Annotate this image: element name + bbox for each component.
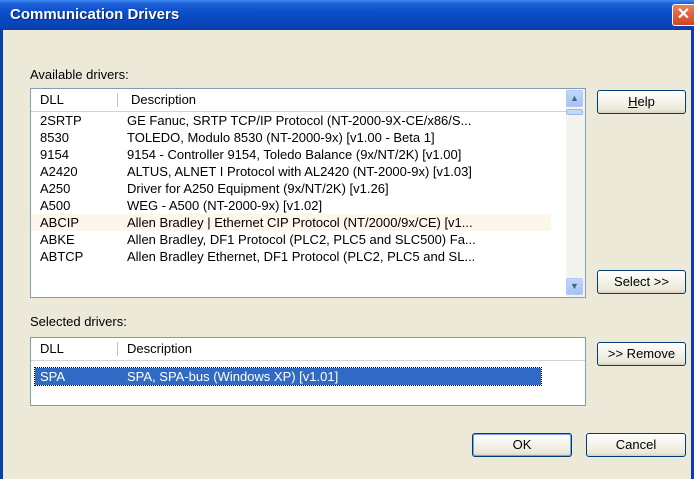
select-button[interactable]: Select >> <box>597 270 686 294</box>
vertical-scrollbar[interactable]: ▲ ▼ <box>566 89 585 297</box>
driver-description: SPA, SPA-bus (Windows XP) [v1.01] <box>127 369 339 384</box>
selected-list-header: DLL Description <box>31 338 585 361</box>
driver-description: 9154 - Controller 9154, Toledo Balance (… <box>127 147 462 162</box>
scroll-down-button[interactable]: ▼ <box>566 278 583 295</box>
driver-dll: ABTCP <box>40 249 84 264</box>
column-separator[interactable] <box>117 342 118 356</box>
window-border-left <box>0 30 3 479</box>
column-header-description[interactable]: Description <box>127 341 192 356</box>
selected-driver-row[interactable]: SPA SPA, SPA-bus (Windows XP) [v1.01] <box>34 367 542 386</box>
help-accelerator: H <box>628 94 638 109</box>
help-label: elp <box>637 94 655 109</box>
driver-description: Allen Bradley Ethernet, DF1 Protocol (PL… <box>127 249 476 264</box>
driver-dll: SPA <box>40 369 66 384</box>
driver-row[interactable]: 8530 TOLEDO, Modulo 8530 (NT-2000-9x) [v… <box>31 129 551 146</box>
window-title: Communication Drivers <box>10 6 180 23</box>
driver-description: WEG - A500 (NT-2000-9x) [v1.02] <box>127 198 323 213</box>
selected-drivers-list[interactable]: DLL Description SPA SPA, SPA-bus (Window… <box>30 337 586 406</box>
remove-button[interactable]: >> Remove <box>597 342 686 366</box>
driver-row[interactable]: ABCIP Allen Bradley | Ethernet CIP Proto… <box>31 214 551 231</box>
ok-button[interactable]: OK <box>472 433 572 457</box>
chevron-up-icon: ▲ <box>570 93 579 103</box>
driver-description: Driver for A250 Equipment (9x/NT/2K) [v1… <box>127 181 389 196</box>
driver-dll: 9154 <box>40 147 69 162</box>
close-icon: ✕ <box>676 6 691 23</box>
driver-dll: ABCIP <box>40 215 80 230</box>
driver-description: Allen Bradley, DF1 Protocol (PLC2, PLC5 … <box>127 232 476 247</box>
driver-description: Allen Bradley | Ethernet CIP Protocol (N… <box>127 215 473 230</box>
driver-dll: A250 <box>40 181 71 196</box>
cancel-button[interactable]: Cancel <box>586 433 686 457</box>
driver-row[interactable]: 2SRTP GE Fanuc, SRTP TCP/IP Protocol (NT… <box>31 112 551 129</box>
available-list-header: DLL Description <box>31 89 585 112</box>
driver-dll: A500 <box>40 198 71 213</box>
driver-row[interactable]: A250 Driver for A250 Equipment (9x/NT/2K… <box>31 180 551 197</box>
driver-description: ALTUS, ALNET I Protocol with AL2420 (NT-… <box>127 164 472 179</box>
close-button[interactable]: ✕ <box>672 4 694 26</box>
help-button[interactable]: Help <box>597 90 686 114</box>
driver-row[interactable]: ABTCP Allen Bradley Ethernet, DF1 Protoc… <box>31 248 551 265</box>
driver-row[interactable]: A2420 ALTUS, ALNET I Protocol with AL242… <box>31 163 551 180</box>
selected-drivers-label: Selected drivers: <box>30 314 127 329</box>
driver-row[interactable]: 9154 9154 - Controller 9154, Toledo Bala… <box>31 146 551 163</box>
chevron-down-icon: ▼ <box>570 281 579 291</box>
driver-description: TOLEDO, Modulo 8530 (NT-2000-9x) [v1.00 … <box>127 130 435 145</box>
column-header-description[interactable]: Description <box>131 92 196 107</box>
available-drivers-label: Available drivers: <box>30 67 129 82</box>
column-header-dll[interactable]: DLL <box>40 341 64 356</box>
driver-dll: ABKE <box>40 232 75 247</box>
column-header-dll[interactable]: DLL <box>40 92 64 107</box>
scroll-thumb[interactable] <box>566 109 583 115</box>
available-drivers-list[interactable]: DLL Description 2SRTP GE Fanuc, SRTP TCP… <box>30 88 586 298</box>
driver-description: GE Fanuc, SRTP TCP/IP Protocol (NT-2000-… <box>127 113 472 128</box>
driver-dll: 2SRTP <box>40 113 82 128</box>
column-separator[interactable] <box>117 93 118 107</box>
driver-dll: A2420 <box>40 164 78 179</box>
scroll-up-button[interactable]: ▲ <box>566 90 583 107</box>
driver-row[interactable]: ABKE Allen Bradley, DF1 Protocol (PLC2, … <box>31 231 551 248</box>
title-bar[interactable]: Communication Drivers ✕ <box>0 0 694 30</box>
driver-row[interactable]: A500 WEG - A500 (NT-2000-9x) [v1.02] <box>31 197 551 214</box>
driver-dll: 8530 <box>40 130 69 145</box>
